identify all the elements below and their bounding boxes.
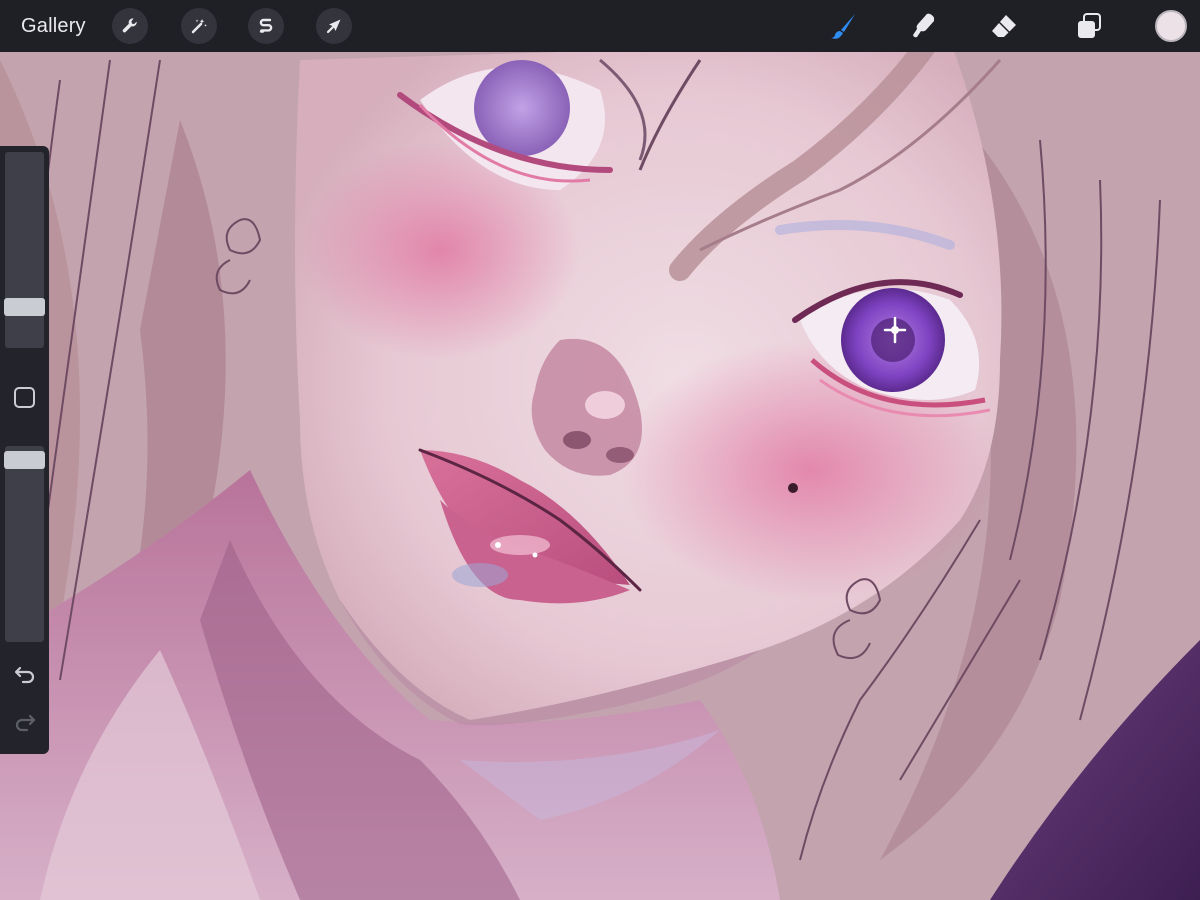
undo-button[interactable] <box>12 661 38 687</box>
selection-button[interactable] <box>248 8 284 44</box>
artwork <box>0 0 1200 900</box>
opacity-slider[interactable] <box>4 446 45 642</box>
magic-wand-icon <box>191 19 207 34</box>
wrench-icon <box>122 18 137 33</box>
selection-s-icon <box>259 18 273 33</box>
smudge-tool-button[interactable] <box>908 10 940 42</box>
eraser-tool-button[interactable] <box>988 10 1020 42</box>
brush-icon <box>831 14 855 39</box>
transform-button[interactable] <box>316 8 352 44</box>
eraser-icon <box>992 15 1016 37</box>
undo-icon <box>14 666 35 684</box>
brush-tool-button[interactable] <box>828 10 860 42</box>
color-swatch[interactable] <box>1155 10 1187 42</box>
opacity-slider-thumb[interactable] <box>4 451 45 469</box>
gallery-button[interactable]: Gallery <box>21 14 86 38</box>
brush-size-slider[interactable] <box>4 152 45 348</box>
layers-button[interactable] <box>1073 10 1105 42</box>
modify-button[interactable] <box>14 387 35 408</box>
drawing-canvas[interactable] <box>0 0 1200 900</box>
actions-button[interactable] <box>112 8 148 44</box>
left-sidebar <box>0 146 49 754</box>
brush-size-slider-thumb[interactable] <box>4 298 45 316</box>
smudge-finger-icon <box>913 13 935 38</box>
redo-icon <box>15 714 36 732</box>
redo-button[interactable] <box>12 711 38 737</box>
top-toolbar: Gallery <box>0 0 1200 52</box>
arrow-cursor-icon <box>326 19 341 34</box>
adjustments-button[interactable] <box>181 8 217 44</box>
layers-icon <box>1078 13 1101 38</box>
